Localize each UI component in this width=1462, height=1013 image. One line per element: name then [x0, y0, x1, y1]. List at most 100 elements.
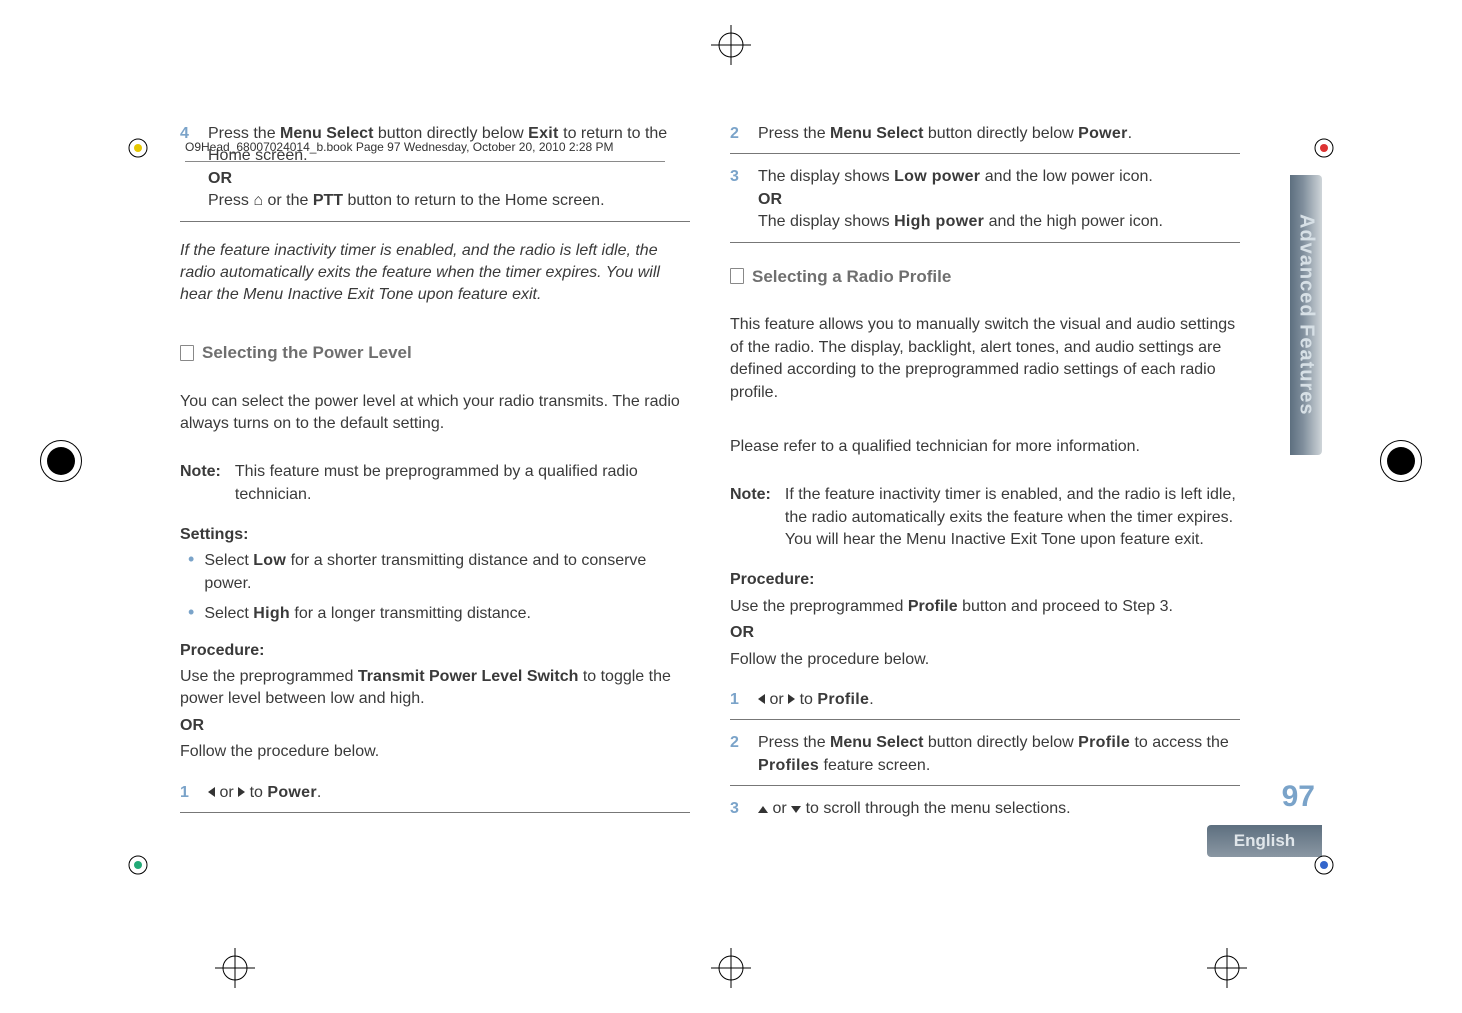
registration-mark — [215, 948, 255, 988]
t: or — [215, 784, 238, 801]
or-label: OR — [180, 715, 690, 737]
note-body: If the feature inactivity timer is enabl… — [785, 484, 1240, 551]
nav-up-icon — [758, 806, 768, 813]
text: Press the — [208, 125, 280, 142]
ui-label: Power — [267, 784, 317, 801]
registration-mark — [711, 25, 751, 65]
text-bold: PTT — [313, 192, 343, 209]
t: . — [317, 784, 321, 801]
t: Press the — [758, 125, 830, 142]
ui-label: Power — [1078, 125, 1128, 142]
step-number: 1 — [730, 689, 746, 711]
nav-left-icon — [208, 787, 215, 797]
t: to — [245, 784, 267, 801]
color-mark — [125, 852, 151, 878]
section-icon — [730, 268, 744, 284]
procedure-label: Procedure: — [180, 640, 690, 662]
section-ref: Please refer to a qualified technician f… — [730, 436, 1240, 458]
t: to scroll through the menu selections. — [801, 800, 1070, 817]
document-page: O9Head_68007024014_b.book Page 97 Wednes… — [0, 0, 1462, 1013]
ui-label: Profile — [1078, 734, 1130, 751]
bullet-item: • Select Low for a shorter transmitting … — [188, 550, 690, 595]
right-column: 2 Press the Menu Select button directly … — [730, 115, 1240, 855]
registration-mark — [40, 440, 82, 482]
section-intro: This feature allows you to manually swit… — [730, 314, 1240, 404]
note-body: This feature must be preprogrammed by a … — [235, 461, 690, 506]
t: Menu Select — [830, 125, 923, 142]
t: button and proceed to Step 3. — [958, 598, 1173, 615]
text-bold: Menu Select — [280, 125, 373, 142]
note-row: Note: This feature must be preprogrammed… — [180, 461, 690, 506]
bullet-text: Select High for a longer transmitting di… — [204, 603, 531, 625]
step-number: 2 — [730, 123, 746, 145]
t: to — [795, 691, 817, 708]
or-label: OR — [730, 622, 1240, 644]
t: and the high power icon. — [984, 213, 1163, 230]
ui-label: Low power — [894, 168, 980, 185]
step-number: 2 — [730, 732, 746, 777]
color-mark — [1311, 135, 1337, 161]
inactivity-note: If the feature inactivity timer is enabl… — [180, 240, 690, 307]
note-label: Note: — [180, 461, 221, 506]
step-body: Press the Menu Select button directly be… — [758, 123, 1240, 145]
or-label: OR — [758, 189, 1240, 211]
procedure-text: Use the preprogrammed Transmit Power Lev… — [180, 666, 690, 711]
bullet-item: • Select High for a longer transmitting … — [188, 603, 690, 625]
side-tab: Advanced Features — [1290, 175, 1322, 455]
nav-down-icon — [791, 806, 801, 813]
step-4: 4 Press the Menu Select button directly … — [180, 119, 690, 222]
color-mark — [125, 135, 151, 161]
step-body: The display shows Low power and the low … — [758, 166, 1240, 233]
step-body: Press the Menu Select button directly be… — [208, 123, 690, 213]
ui-label: High — [253, 605, 290, 622]
text: button to return to the Home screen. — [343, 192, 604, 209]
step-body: or to scroll through the menu selections… — [758, 798, 1240, 820]
t: feature screen. — [819, 757, 930, 774]
section-radio-profile: Selecting a Radio Profile — [730, 265, 1240, 289]
t: The display shows — [758, 168, 894, 185]
step-body: or to Profile. — [758, 689, 1240, 711]
text: Press — [208, 192, 253, 209]
ui-label: High power — [894, 213, 984, 230]
note-label: Note: — [730, 484, 771, 551]
t: for a longer transmitting distance. — [290, 605, 531, 622]
procedure-follow: Follow the procedure below. — [730, 649, 1240, 671]
home-icon: ⌂ — [253, 190, 263, 212]
step-3: 3 The display shows Low power and the lo… — [730, 162, 1240, 242]
bullet-text: Select Low for a shorter transmitting di… — [204, 550, 690, 595]
section-title: Selecting the Power Level — [202, 341, 412, 365]
registration-mark — [1207, 948, 1247, 988]
t: Press the — [758, 734, 830, 751]
t: button directly below — [923, 734, 1078, 751]
step-2b: 2 Press the Menu Select button directly … — [730, 728, 1240, 786]
t: Menu Select — [830, 734, 923, 751]
t: or — [765, 691, 788, 708]
ui-label: Profiles — [758, 757, 819, 774]
section-intro: You can select the power level at which … — [180, 391, 690, 436]
ui-label: Exit — [528, 125, 559, 142]
ui-label: Profile — [817, 691, 869, 708]
or-label: OR — [208, 168, 690, 190]
t: Select — [204, 552, 253, 569]
t: Use the preprogrammed — [730, 598, 908, 615]
side-tab-label: Advanced Features — [1295, 214, 1318, 416]
step-3b: 3 or to scroll through the menu selectio… — [730, 794, 1240, 828]
settings-label: Settings: — [180, 524, 690, 546]
registration-mark — [1380, 440, 1422, 482]
step-number: 4 — [180, 123, 196, 213]
language-bar: English — [1207, 825, 1322, 857]
bullet-icon: • — [188, 603, 194, 625]
t: to access the — [1130, 734, 1229, 751]
content-area: 4 Press the Menu Select button directly … — [180, 115, 1240, 855]
registration-mark — [711, 948, 751, 988]
t: and the low power icon. — [980, 168, 1153, 185]
step-number: 3 — [730, 166, 746, 233]
section-title: Selecting a Radio Profile — [752, 265, 951, 289]
t: or — [768, 800, 791, 817]
nav-left-icon — [758, 694, 765, 704]
procedure-follow: Follow the procedure below. — [180, 741, 690, 763]
section-icon — [180, 345, 194, 361]
text: or the — [263, 192, 313, 209]
step-number: 3 — [730, 798, 746, 820]
step-body: or to Power. — [208, 782, 690, 804]
